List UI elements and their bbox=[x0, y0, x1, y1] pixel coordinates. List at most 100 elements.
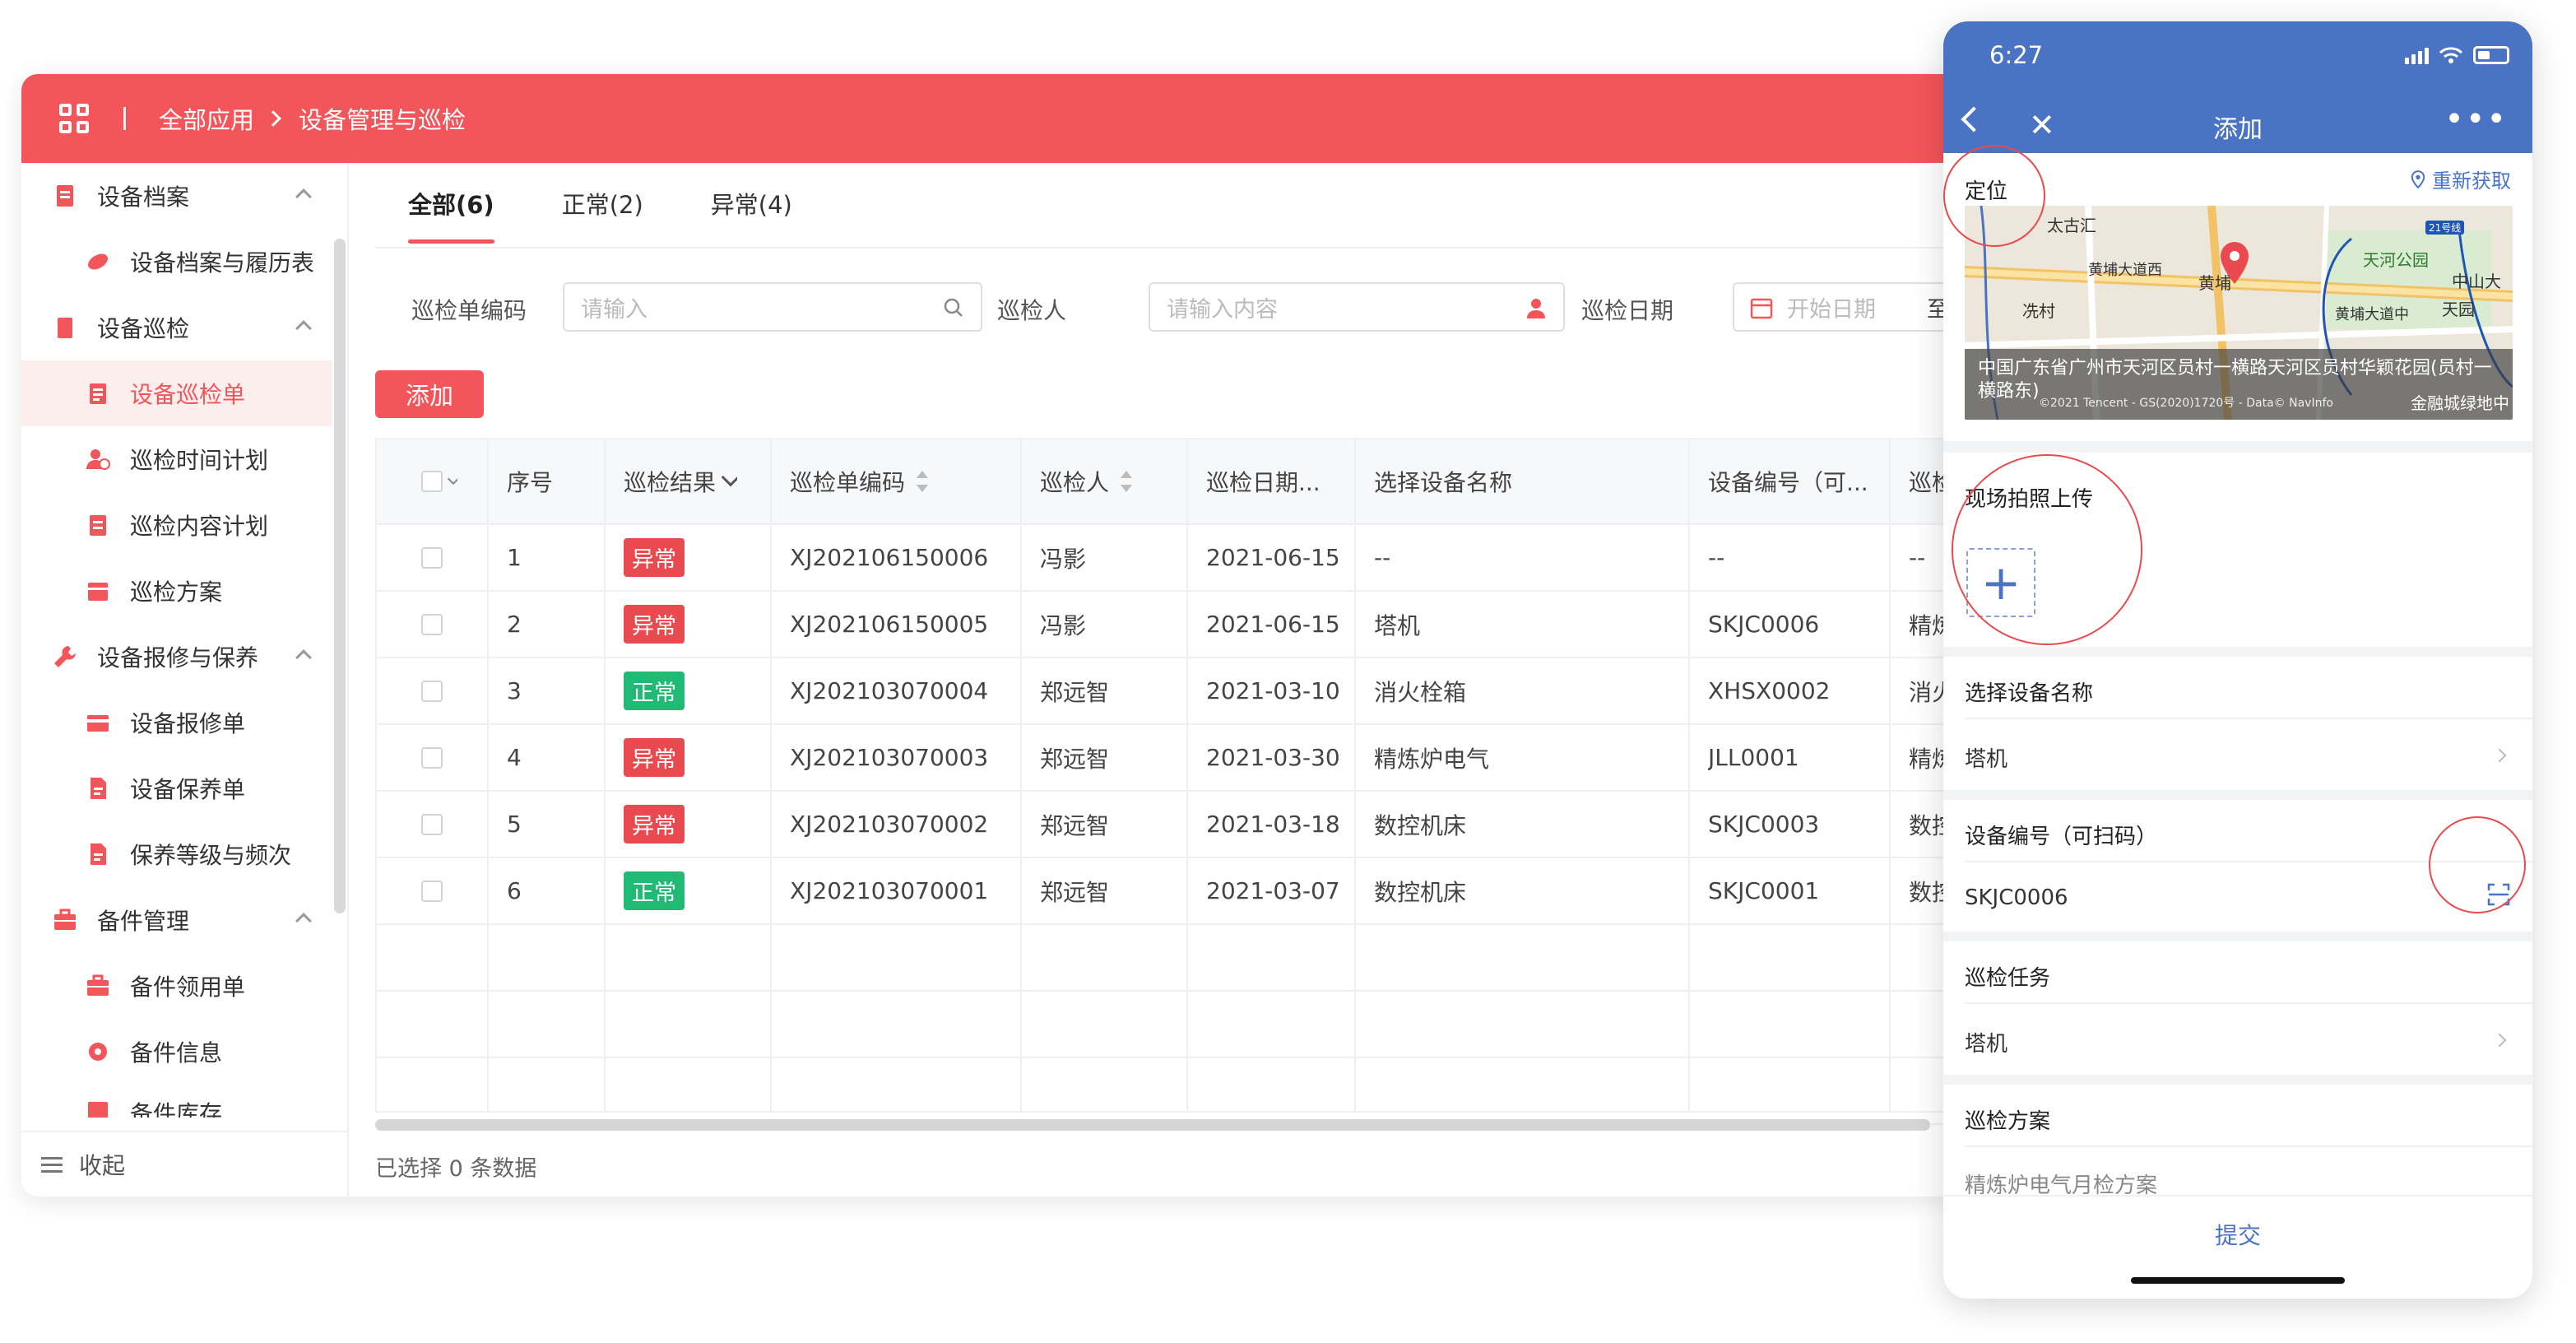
sidebar: 设备档案 设备档案与履历表 设备巡检 设备巡检单 巡检时间计划 巡检内容计划 巡… bbox=[21, 163, 349, 1197]
breadcrumb-all-apps[interactable]: 全部应用 bbox=[159, 101, 254, 136]
location-map[interactable]: 太古汇 黄埔大道西 黄埔 天河公园 中山大 天园 冼村 黄埔大道中 21号线 中… bbox=[1965, 206, 2513, 420]
sidebar-item-inspection-list[interactable]: 设备巡检单 bbox=[21, 360, 332, 426]
sidebar-item-inspection-scheme[interactable]: 巡检方案 bbox=[21, 558, 332, 624]
device-name-value: 塔机 bbox=[1965, 747, 2008, 772]
desktop-app: 全部应用 设备管理与巡检 设备档案 设备档案与履历表 设备巡检 设备巡检单 巡检… bbox=[21, 74, 1963, 1197]
sidebar-item-archive-history[interactable]: 设备档案与履历表 bbox=[21, 229, 332, 295]
apps-grid-icon[interactable] bbox=[59, 104, 89, 133]
row-device-name: 塔机 bbox=[1374, 611, 1421, 639]
file-icon bbox=[51, 182, 79, 210]
sidebar-item-parts-info[interactable]: 备件信息 bbox=[21, 1019, 332, 1085]
table-row[interactable]: 4 XJ202103070003 郑远智 2021-03-30 精炼炉电气 JLL0001… bbox=[377, 725, 1963, 792]
device-no-value[interactable]: SKJC0006 bbox=[1965, 885, 2068, 910]
row-code: XJ202103070004 bbox=[790, 677, 989, 704]
tab-normal[interactable]: 正常(2) bbox=[562, 186, 643, 244]
row-checkbox[interactable] bbox=[421, 725, 443, 790]
sort-icon bbox=[1121, 471, 1133, 492]
phone-header: 6:27 ✕ 添加 ••• bbox=[1943, 21, 2532, 153]
table-row[interactable]: 3 XJ202103070004 郑远智 2021-03-10 消火栓箱 XHSX0002… bbox=[377, 658, 1963, 725]
sidebar-item-content-plan[interactable]: 巡检内容计划 bbox=[21, 492, 332, 558]
map-label: 黄埔大道中 bbox=[2335, 306, 2409, 323]
row-checkbox[interactable] bbox=[421, 525, 443, 590]
sidebar-item-label: 设备保养单 bbox=[130, 776, 246, 803]
clipboard-icon bbox=[51, 314, 79, 342]
calendar-icon bbox=[1750, 298, 1773, 319]
tab-abnormal[interactable]: 异常(4) bbox=[711, 186, 792, 244]
phone-nav-bar: ✕ 添加 ••• bbox=[1943, 100, 2532, 153]
sidebar-scrollbar[interactable] bbox=[334, 239, 346, 913]
code-search-input[interactable]: 请输入 bbox=[563, 282, 982, 332]
sort-icon bbox=[917, 471, 929, 492]
sidebar-item-repair-order[interactable]: 设备报修单 bbox=[21, 690, 332, 755]
filter-person-label: 巡检人 bbox=[997, 297, 1067, 324]
row-checkbox[interactable] bbox=[421, 658, 443, 723]
refresh-location-button[interactable]: 重新获取 bbox=[2411, 165, 2511, 193]
device-name-section: 选择设备名称 塔机 bbox=[1943, 657, 2532, 790]
row-device-no: -- bbox=[1708, 544, 1725, 571]
divider bbox=[123, 107, 126, 130]
table-row[interactable]: 1 XJ202106150006 冯影 2021-06-15 -- -- -- 异常 bbox=[377, 525, 1963, 592]
row-date: 2021-06-15 bbox=[1206, 544, 1340, 571]
add-button[interactable]: 添加 bbox=[375, 370, 484, 418]
header-code[interactable]: 巡检单编码 bbox=[790, 439, 929, 523]
row-person: 郑远智 bbox=[1040, 678, 1110, 706]
tab-all[interactable]: 全部(6) bbox=[408, 186, 494, 244]
sidebar-item-label: 巡检时间计划 bbox=[130, 447, 269, 474]
card-icon bbox=[84, 709, 112, 737]
signal-icon bbox=[2405, 48, 2429, 64]
start-date-input[interactable]: 开始日期 至 bbox=[1733, 282, 1963, 332]
row-person: 郑远智 bbox=[1040, 745, 1110, 773]
person-input[interactable]: 请输入内容 bbox=[1149, 282, 1565, 332]
map-label: 冼村 bbox=[2022, 301, 2055, 321]
sidebar-item-label: 巡检方案 bbox=[130, 579, 223, 606]
map-label: 太古汇 bbox=[2047, 216, 2096, 235]
sidebar-item-maintenance-order[interactable]: 设备保养单 bbox=[21, 755, 332, 821]
sidebar-item-equipment-archive[interactable]: 设备档案 bbox=[21, 163, 332, 229]
select-all-checkbox[interactable] bbox=[421, 439, 457, 523]
row-checkbox[interactable] bbox=[421, 792, 443, 857]
row-date: 2021-06-15 bbox=[1206, 611, 1340, 638]
more-icon[interactable]: ••• bbox=[2444, 100, 2508, 138]
row-checkbox[interactable] bbox=[421, 592, 443, 657]
device-no-label: 设备编号（可扫码） bbox=[1965, 825, 2158, 849]
header-date[interactable]: 巡检日期... bbox=[1206, 439, 1320, 523]
sidebar-item-time-plan[interactable]: 巡检时间计划 bbox=[21, 426, 332, 492]
main-content: 全部(6) 正常(2) 异常(4) 巡检单编码 请输入 巡检人 请输入内容 巡检… bbox=[350, 163, 1963, 1197]
row-code: XJ202106150005 bbox=[790, 611, 989, 638]
row-date: 2021-03-30 bbox=[1206, 744, 1340, 771]
sidebar-item-repair-maintenance[interactable]: 设备报修与保养 bbox=[21, 624, 332, 690]
sidebar-collapse-button[interactable]: 收起 bbox=[21, 1131, 347, 1197]
filter-chevron-icon bbox=[721, 467, 738, 487]
task-select[interactable]: 塔机 bbox=[1943, 1004, 2532, 1075]
row-no: 1 bbox=[507, 544, 522, 571]
table-row[interactable]: 6 XJ202103070001 郑远智 2021-03-07 数控机床 SKJC0001… bbox=[377, 858, 1963, 925]
filter-code-label: 巡检单编码 bbox=[411, 297, 527, 324]
row-date: 2021-03-07 bbox=[1206, 877, 1340, 904]
start-date-placeholder: 开始日期 bbox=[1787, 296, 1876, 323]
table-row[interactable]: 2 XJ202106150005 冯影 2021-06-15 塔机 SKJC0006 精炼异… bbox=[377, 592, 1963, 658]
sidebar-item-spare-parts[interactable]: 备件管理 bbox=[21, 887, 332, 953]
row-date: 2021-03-18 bbox=[1206, 811, 1340, 838]
battery-icon bbox=[2473, 46, 2509, 64]
table-row[interactable]: 5 XJ202103070002 郑远智 2021-03-18 数控机床 SKJC0003… bbox=[377, 792, 1963, 858]
header-person[interactable]: 巡检人 bbox=[1040, 439, 1133, 523]
wrench-icon bbox=[51, 643, 79, 671]
collapse-label: 收起 bbox=[79, 1152, 126, 1179]
metro-line-label: 21号线 bbox=[2425, 221, 2465, 235]
row-checkbox[interactable] bbox=[421, 858, 443, 923]
sidebar-item-parts-requisition[interactable]: 备件领用单 bbox=[21, 953, 332, 1019]
sidebar-item-label: 备件信息 bbox=[130, 1039, 223, 1066]
sidebar-item-inspection[interactable]: 设备巡检 bbox=[21, 295, 332, 360]
sidebar-item-maintenance-level[interactable]: 保养等级与频次 bbox=[21, 821, 332, 887]
row-device-no: JLL0001 bbox=[1708, 744, 1799, 771]
sidebar-item-parts-stock[interactable]: 备件库存 bbox=[21, 1085, 332, 1118]
row-date: 2021-03-10 bbox=[1206, 677, 1340, 704]
header-result[interactable]: 巡检结果 bbox=[624, 439, 738, 523]
device-name-select[interactable]: 塔机 bbox=[1943, 719, 2532, 790]
submit-button[interactable]: 提交 bbox=[1943, 1218, 2532, 1251]
map-label: 天河公园 bbox=[2363, 250, 2429, 270]
table-horizontal-scrollbar[interactable] bbox=[375, 1119, 1930, 1131]
chevron-up-icon bbox=[295, 320, 312, 337]
row-result: 异常 bbox=[624, 592, 685, 657]
row-device-name: 数控机床 bbox=[1374, 878, 1467, 906]
